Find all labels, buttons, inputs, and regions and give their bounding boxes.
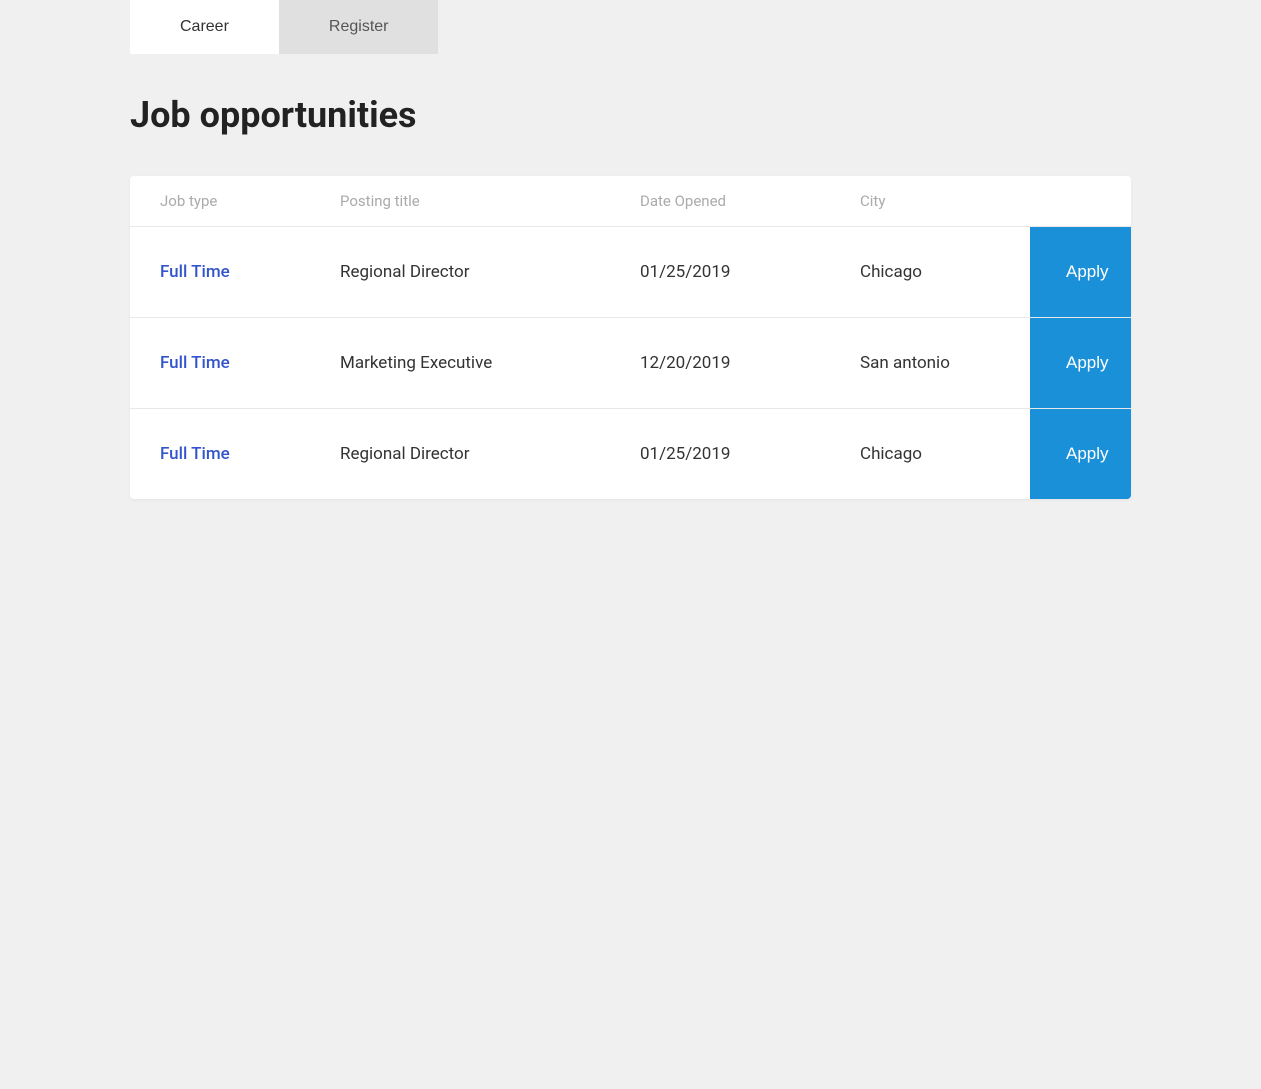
cell-city-2: Chicago: [830, 424, 1030, 484]
cell-job-type-0: Full Time: [130, 242, 310, 302]
cell-apply-0: Apply: [1030, 227, 1131, 317]
table-row: Full Time Marketing Executive 12/20/2019…: [130, 317, 1131, 408]
cell-posting-title-0: Regional Director: [310, 242, 610, 302]
col-header-posting-title: Posting title: [340, 192, 640, 210]
table-row: Full Time Regional Director 01/25/2019 C…: [130, 408, 1131, 499]
cell-posting-title-1: Marketing Executive: [310, 333, 610, 393]
tab-register[interactable]: Register: [279, 0, 439, 54]
cell-date-opened-1: 12/20/2019: [610, 333, 830, 393]
apply-button-1[interactable]: Apply: [1030, 318, 1131, 408]
main-content: Job opportunities Job type Posting title…: [30, 54, 1231, 539]
col-header-date-opened: Date Opened: [640, 192, 860, 210]
tab-career[interactable]: Career: [130, 0, 279, 54]
cell-apply-2: Apply: [1030, 409, 1131, 499]
col-header-job-type: Job type: [160, 192, 340, 210]
table-header: Job type Posting title Date Opened City: [130, 176, 1131, 226]
cell-job-type-2: Full Time: [130, 424, 310, 484]
tabs-container: Career Register: [130, 0, 1261, 54]
col-header-action: [1060, 192, 1101, 210]
cell-date-opened-2: 01/25/2019: [610, 424, 830, 484]
cell-job-type-1: Full Time: [130, 333, 310, 393]
cell-apply-1: Apply: [1030, 318, 1131, 408]
apply-button-2[interactable]: Apply: [1030, 409, 1131, 499]
apply-button-0[interactable]: Apply: [1030, 227, 1131, 317]
cell-posting-title-2: Regional Director: [310, 424, 610, 484]
cell-date-opened-0: 01/25/2019: [610, 242, 830, 302]
page-title: Job opportunities: [130, 94, 1131, 136]
jobs-table: Job type Posting title Date Opened City …: [130, 176, 1131, 499]
table-row: Full Time Regional Director 01/25/2019 C…: [130, 226, 1131, 317]
col-header-city: City: [860, 192, 1060, 210]
cell-city-1: San antonio: [830, 333, 1030, 393]
cell-city-0: Chicago: [830, 242, 1030, 302]
